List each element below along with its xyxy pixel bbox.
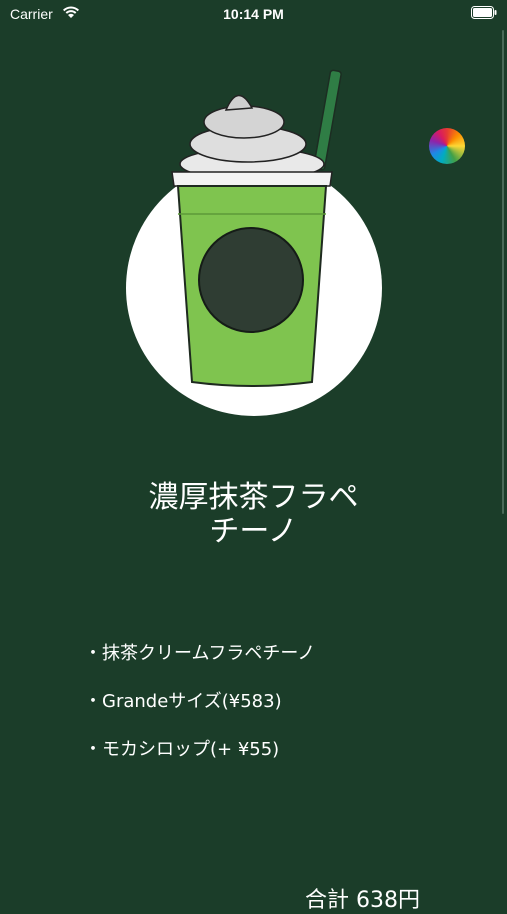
status-time: 10:14 PM xyxy=(223,6,284,22)
straw xyxy=(313,69,342,171)
scroll-indicator[interactable] xyxy=(502,30,504,514)
total-price: 合計 638円 xyxy=(305,888,420,913)
whipped-cream xyxy=(179,94,325,181)
option-item: ・抹茶クリームフラペチーノ xyxy=(84,643,316,664)
product-title-line-2: チーノ xyxy=(209,514,298,549)
cup-lid xyxy=(171,171,333,187)
product-title-line-1: 濃厚抹茶フラペ xyxy=(148,480,359,515)
battery-icon xyxy=(471,6,497,19)
color-wheel-icon[interactable] xyxy=(429,128,465,164)
status-bar: Carrier 10:14 PM xyxy=(0,0,507,30)
option-item: ・モカシロップ(+ ¥55) xyxy=(84,739,280,760)
product-title: 濃厚抹茶フラペ チーノ xyxy=(0,481,507,549)
product-image xyxy=(126,69,382,416)
cup-logo xyxy=(198,227,304,333)
options-list: ・抹茶クリームフラペチーノ ・Grandeサイズ(¥583) ・モカシロップ(+… xyxy=(84,640,315,784)
option-item: ・Grandeサイズ(¥583) xyxy=(84,691,282,712)
